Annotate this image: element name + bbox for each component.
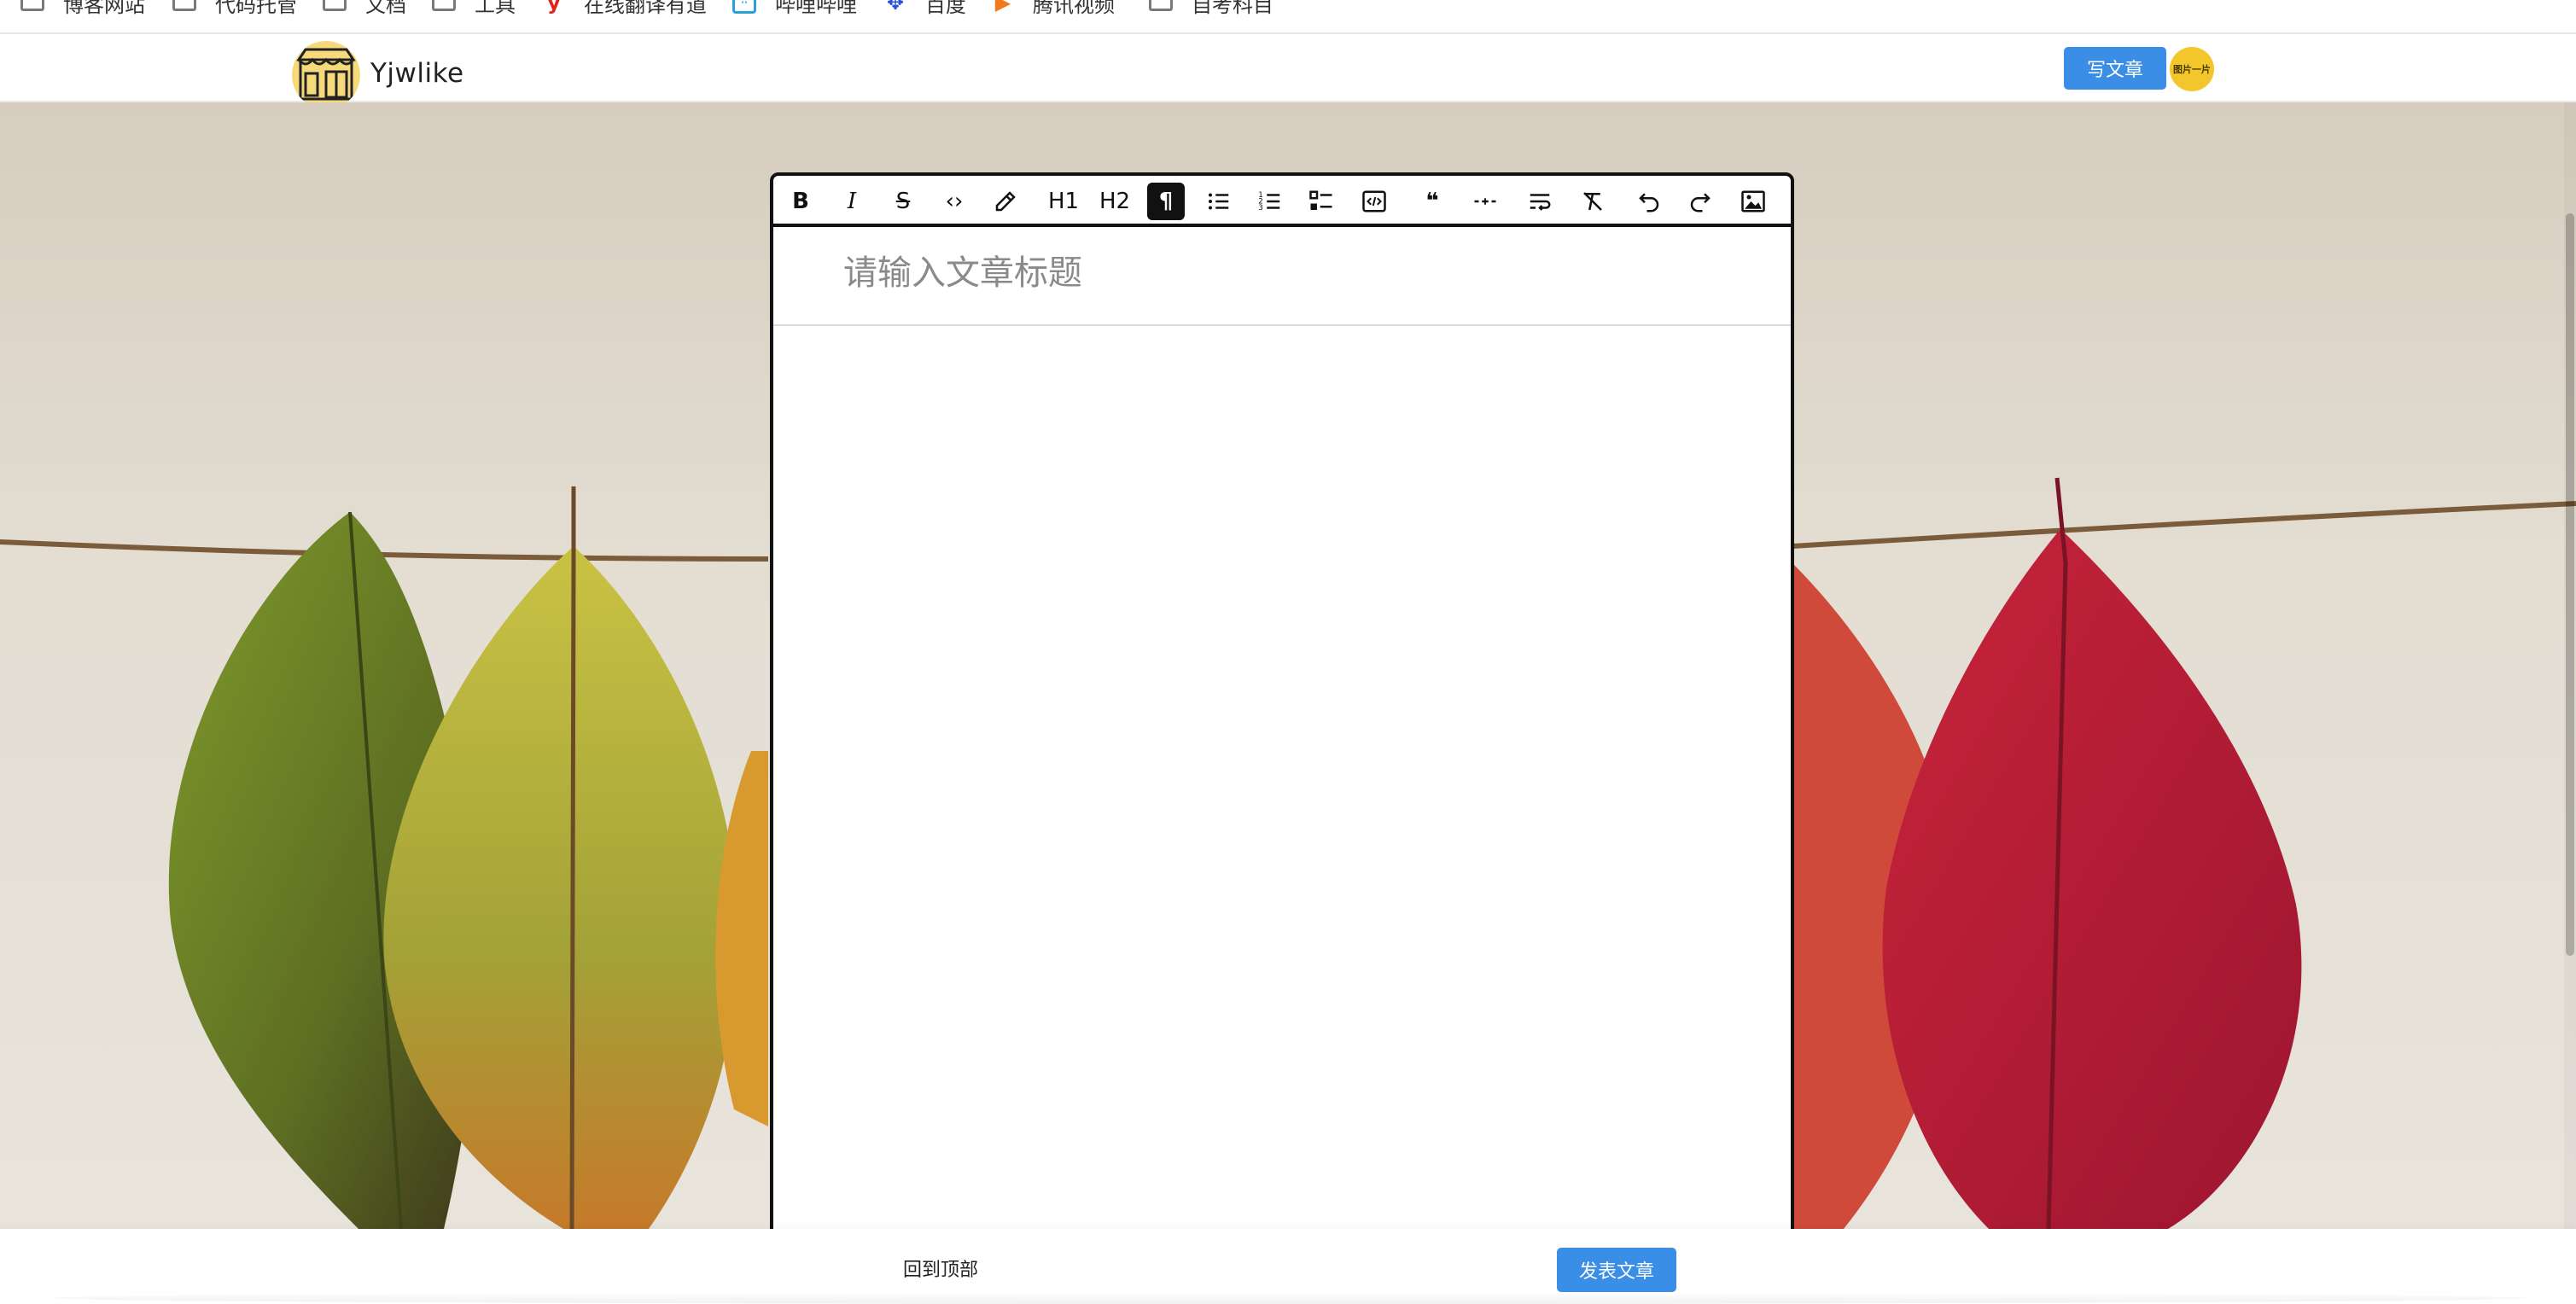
site-header: Yjwlike 写文章 图片一片 <box>0 34 2576 109</box>
code-icon: ‹› <box>945 189 964 214</box>
publish-article-button[interactable]: 发表文章 <box>1557 1248 1676 1292</box>
bold-button[interactable]: B <box>782 183 819 220</box>
svg-text:3: 3 <box>1258 204 1263 212</box>
paragraph-button[interactable]: ¶ <box>1147 183 1185 220</box>
undo-icon <box>1639 193 1659 212</box>
folder-icon <box>432 0 456 11</box>
page-scrollbar[interactable] <box>2564 102 2576 1229</box>
editor-toolbar: B I S ‹› H1 H2 ¶ 123 ❝ <box>773 176 1791 227</box>
site-name[interactable]: Yjwlike <box>370 58 464 89</box>
code-block-icon <box>1362 190 1386 212</box>
bookmark-bilibili[interactable]: ·· 哔哩哔哩 <box>732 0 857 17</box>
heading2-button[interactable]: H2 <box>1096 183 1134 220</box>
hard-break-button[interactable] <box>1521 183 1559 220</box>
bilibili-icon: ·· <box>732 0 756 14</box>
heading1-icon: H1 <box>1047 189 1080 214</box>
scrollbar-thumb[interactable] <box>2566 213 2574 956</box>
action-bar: 回到顶部 发表文章 <box>0 1229 2576 1304</box>
write-article-button[interactable]: 写文章 <box>2064 47 2166 90</box>
logo-icon[interactable] <box>292 41 360 109</box>
blockquote-button[interactable]: ❝ <box>1413 183 1451 220</box>
title-area <box>773 227 1791 326</box>
redo-button[interactable] <box>1681 183 1719 220</box>
highlighter-icon <box>995 191 1016 212</box>
bookmark-docs[interactable]: 文档 <box>323 0 406 17</box>
article-editor: B I S ‹› H1 H2 ¶ 123 ❝ <box>770 172 1794 1248</box>
clear-format-button[interactable] <box>1574 183 1611 220</box>
heading1-button[interactable]: H1 <box>1045 183 1082 220</box>
task-list-button[interactable] <box>1303 183 1340 220</box>
undo-button[interactable] <box>1630 183 1668 220</box>
wrap-text-icon <box>1530 194 1551 211</box>
folder-icon <box>172 0 196 11</box>
tencent-video-icon: ▶ <box>994 0 1011 15</box>
article-title-input[interactable] <box>842 242 1699 304</box>
insert-image-button[interactable] <box>1734 183 1772 220</box>
bookmark-blog-sites[interactable]: 博客网站 <box>20 0 145 17</box>
folder-icon <box>323 0 347 11</box>
avatar[interactable]: 图片一片 <box>2170 47 2214 91</box>
bookmark-self-study[interactable]: 自考科目 <box>1149 0 1273 17</box>
paragraph-icon: ¶ <box>1158 189 1174 214</box>
bookmark-baidu[interactable]: ✥ 百度 <box>884 0 966 17</box>
bookmarks-bar: 博客网站 代码托管 文档 工具 y 在线翻译有道 ·· 哔哩哔哩 ✥ 百度 ▶ 腾讯视频… <box>0 0 2576 34</box>
strikethrough-icon: S <box>895 189 911 214</box>
italic-button[interactable]: I <box>833 183 871 220</box>
horizontal-rule-button[interactable] <box>1466 183 1504 220</box>
footer-shadow <box>51 1292 2526 1304</box>
editor-content-area[interactable] <box>773 326 1791 1244</box>
bookmark-code-hosting[interactable]: 代码托管 <box>172 0 297 17</box>
bookmark-tencent-video[interactable]: ▶ 腾讯视频 <box>992 0 1115 17</box>
folder-icon <box>20 0 44 11</box>
bullet-list-icon <box>1209 193 1229 210</box>
ordered-list-icon: 123 <box>1258 191 1280 212</box>
quote-icon: ❝ <box>1425 189 1439 214</box>
highlight-button[interactable] <box>987 183 1024 220</box>
redo-icon <box>1690 193 1711 212</box>
code-block-button[interactable] <box>1355 183 1393 220</box>
baidu-icon: ✥ <box>886 0 905 15</box>
bookmark-tools[interactable]: 工具 <box>432 0 516 17</box>
folder-icon <box>1149 0 1173 11</box>
inline-code-button[interactable]: ‹› <box>935 183 973 220</box>
bookmark-youdao[interactable]: y 在线翻译有道 <box>543 0 707 17</box>
back-to-top-link[interactable]: 回到顶部 <box>903 1255 978 1282</box>
image-icon <box>1741 190 1765 212</box>
horizontal-rule-icon <box>1474 198 1496 205</box>
italic-icon: I <box>847 189 857 214</box>
ordered-list-button[interactable]: 123 <box>1251 183 1289 220</box>
heading2-icon: H2 <box>1099 189 1131 214</box>
strikethrough-button[interactable]: S <box>884 183 922 220</box>
bold-icon: B <box>792 189 809 214</box>
task-list-icon <box>1309 190 1332 210</box>
clear-format-icon <box>1583 192 1602 211</box>
bullet-list-button[interactable] <box>1200 183 1238 220</box>
youdao-icon: y <box>547 0 561 15</box>
